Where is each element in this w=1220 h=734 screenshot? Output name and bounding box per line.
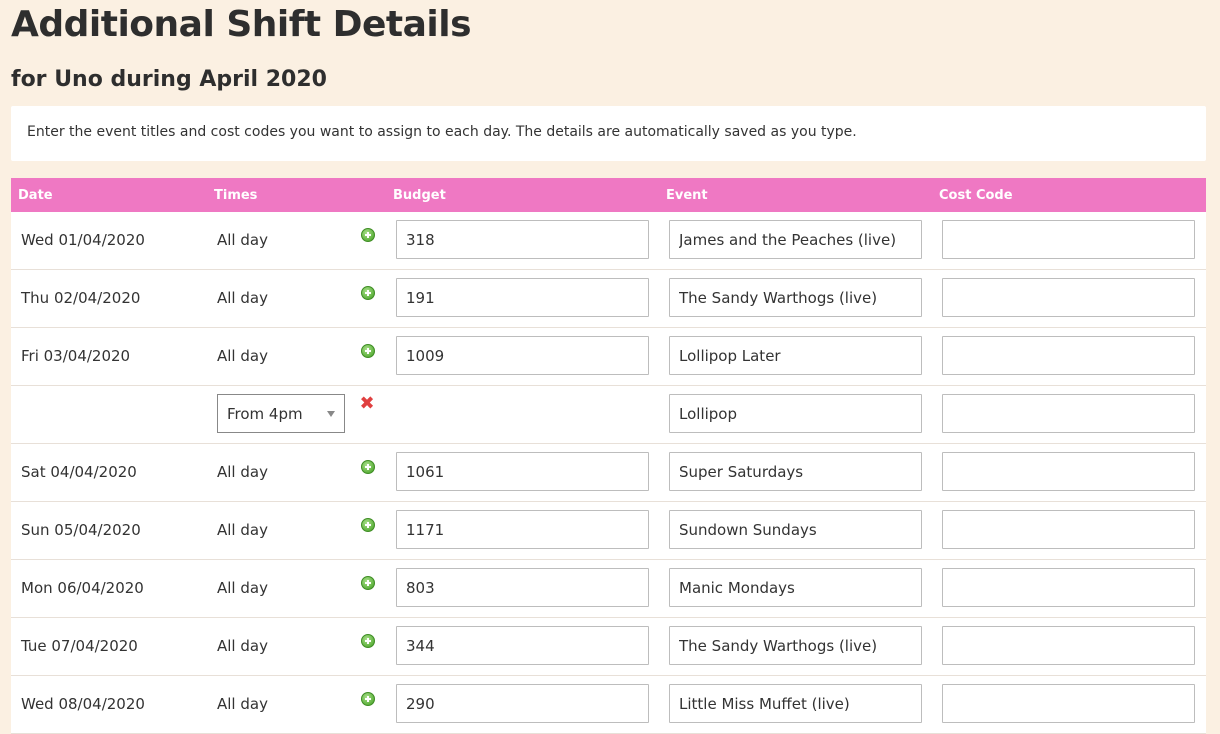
cost-code-input[interactable] [942, 568, 1195, 607]
event-input[interactable] [669, 278, 922, 317]
cost-code-input[interactable] [942, 684, 1195, 723]
event-input[interactable] [669, 336, 922, 375]
cross-icon[interactable]: ✖ [359, 395, 375, 413]
times-cell: All day [217, 695, 268, 713]
plus-circle-icon[interactable] [361, 228, 375, 242]
times-cell: All day [217, 463, 268, 481]
date-cell: Thu 02/04/2020 [21, 289, 141, 307]
date-cell: Sun 05/04/2020 [21, 521, 141, 539]
cost-code-input[interactable] [942, 452, 1195, 491]
table-row-sub: From 4pm ✖ [11, 386, 1206, 444]
page-subtitle: for Uno during April 2020 [11, 67, 327, 92]
instructions-text: Enter the event titles and cost codes yo… [27, 124, 857, 140]
time-select[interactable]: From 4pm [217, 394, 345, 433]
budget-input[interactable] [396, 626, 649, 665]
header-cost-code: Cost Code [939, 188, 1013, 203]
event-input[interactable] [669, 394, 922, 433]
table-row: Thu 02/04/2020 All day [11, 270, 1206, 328]
times-cell: All day [217, 289, 268, 307]
table-row: Wed 08/04/2020 All day [11, 676, 1206, 734]
cost-code-input[interactable] [942, 220, 1195, 259]
times-cell: All day [217, 347, 268, 365]
cost-code-input[interactable] [942, 278, 1195, 317]
header-event: Event [666, 188, 708, 203]
plus-circle-icon[interactable] [361, 692, 375, 706]
time-select-value: From 4pm [227, 405, 303, 423]
plus-circle-icon[interactable] [361, 518, 375, 532]
event-input[interactable] [669, 626, 922, 665]
table-header: Date Times Budget Event Cost Code [11, 178, 1206, 212]
chevron-down-icon [327, 411, 335, 417]
times-cell: All day [217, 521, 268, 539]
budget-input[interactable] [396, 568, 649, 607]
plus-circle-icon[interactable] [361, 460, 375, 474]
times-cell: All day [217, 231, 268, 249]
plus-circle-icon[interactable] [361, 344, 375, 358]
date-cell: Mon 06/04/2020 [21, 579, 144, 597]
date-cell: Wed 08/04/2020 [21, 695, 145, 713]
table-row: Sat 04/04/2020 All day [11, 444, 1206, 502]
page: Additional Shift Details for Uno during … [0, 0, 1220, 734]
cost-code-input[interactable] [942, 510, 1195, 549]
page-title: Additional Shift Details [11, 4, 472, 45]
date-cell: Fri 03/04/2020 [21, 347, 131, 365]
table-row: Wed 01/04/2020 All day [11, 212, 1206, 270]
event-input[interactable] [669, 452, 922, 491]
date-cell: Tue 07/04/2020 [21, 637, 138, 655]
cost-code-input[interactable] [942, 626, 1195, 665]
budget-input[interactable] [396, 278, 649, 317]
cost-code-input[interactable] [942, 336, 1195, 375]
instructions-box: Enter the event titles and cost codes yo… [11, 106, 1206, 161]
event-input[interactable] [669, 684, 922, 723]
shift-details-table: Date Times Budget Event Cost Code Wed 01… [11, 178, 1206, 734]
plus-circle-icon[interactable] [361, 634, 375, 648]
event-input[interactable] [669, 568, 922, 607]
table-row: Tue 07/04/2020 All day [11, 618, 1206, 676]
table-row: Mon 06/04/2020 All day [11, 560, 1206, 618]
plus-circle-icon[interactable] [361, 576, 375, 590]
date-cell: Wed 01/04/2020 [21, 231, 145, 249]
event-input[interactable] [669, 220, 922, 259]
table-row: Fri 03/04/2020 All day [11, 328, 1206, 386]
budget-input[interactable] [396, 510, 649, 549]
table-row: Sun 05/04/2020 All day [11, 502, 1206, 560]
plus-circle-icon[interactable] [361, 286, 375, 300]
header-times: Times [214, 188, 258, 203]
event-input[interactable] [669, 510, 922, 549]
times-cell: All day [217, 637, 268, 655]
budget-input[interactable] [396, 452, 649, 491]
budget-input[interactable] [396, 220, 649, 259]
header-budget: Budget [393, 188, 446, 203]
times-cell: All day [217, 579, 268, 597]
cost-code-input[interactable] [942, 394, 1195, 433]
date-cell: Sat 04/04/2020 [21, 463, 137, 481]
header-date: Date [18, 188, 53, 203]
budget-input[interactable] [396, 684, 649, 723]
budget-input[interactable] [396, 336, 649, 375]
